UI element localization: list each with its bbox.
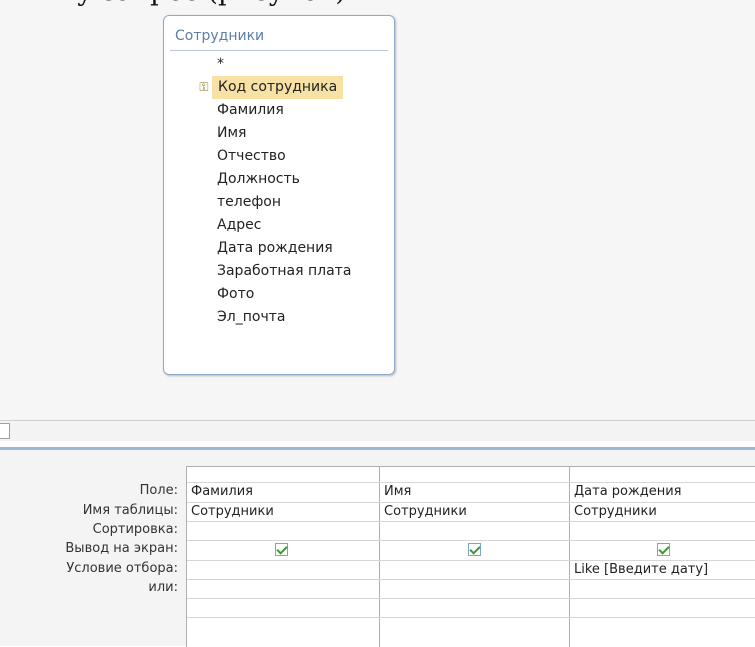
table-field-list-sotrudniki[interactable]: Сотрудники * ⚿ Код сотрудника Фамилия Им…	[163, 15, 395, 375]
field-item-el-pochta[interactable]: Эл_почта	[217, 306, 285, 329]
title-divider	[170, 50, 388, 51]
cropped-caption-text: ку запрос (рисунок)	[60, 0, 755, 10]
row-label-table: Имя таблицы:	[82, 503, 178, 518]
table-cell[interactable]: Сотрудники	[384, 502, 467, 522]
table-cell[interactable]: Сотрудники	[191, 502, 274, 522]
field-item-familiya[interactable]: Фамилия	[217, 99, 284, 122]
show-checkbox[interactable]	[657, 543, 670, 556]
grid-row-line	[187, 540, 755, 541]
field-cell[interactable]: Имя	[384, 482, 411, 502]
key-icon: ⚿	[199, 80, 209, 94]
field-item-kod-sotrudnika[interactable]: Код сотрудника	[212, 76, 344, 99]
row-label-or: или:	[148, 580, 178, 595]
field-item-data-rozhdeniya[interactable]: Дата рождения	[217, 237, 333, 260]
field-cell[interactable]: Дата рождения	[574, 482, 681, 502]
table-cell[interactable]: Сотрудники	[574, 502, 657, 522]
show-checkbox[interactable]	[275, 543, 288, 556]
splitter-handle[interactable]	[0, 423, 10, 439]
row-label-sort: Сортировка:	[92, 522, 178, 537]
field-item-imya[interactable]: Имя	[217, 122, 246, 145]
field-item-dolzhnost[interactable]: Должность	[217, 168, 300, 191]
row-label-show: Вывод на экран:	[65, 541, 178, 556]
table-title[interactable]: Сотрудники	[175, 28, 264, 44]
query-design-grid[interactable]: Фамилия Сотрудники Имя Сотрудники Дата р…	[186, 466, 755, 647]
field-item-telefon[interactable]: телефон	[217, 191, 281, 214]
field-item-all[interactable]: *	[217, 53, 224, 76]
pane-splitter[interactable]	[0, 420, 755, 441]
field-item-adres[interactable]: Адрес	[217, 214, 261, 237]
grid-row-line	[187, 617, 755, 618]
field-item-zarabotnaya-plata[interactable]: Заработная плата	[217, 260, 351, 283]
grid-row-line	[187, 598, 755, 599]
show-checkbox[interactable]	[468, 543, 481, 556]
row-label-field: Поле:	[139, 483, 178, 498]
field-item-otchestvo[interactable]: Отчество	[217, 145, 286, 168]
criteria-cell[interactable]: Like [Введите дату]	[574, 560, 708, 580]
field-item-foto[interactable]: Фото	[217, 283, 254, 306]
field-cell[interactable]: Фамилия	[191, 482, 253, 502]
row-label-criteria: Условие отбора:	[66, 561, 178, 576]
